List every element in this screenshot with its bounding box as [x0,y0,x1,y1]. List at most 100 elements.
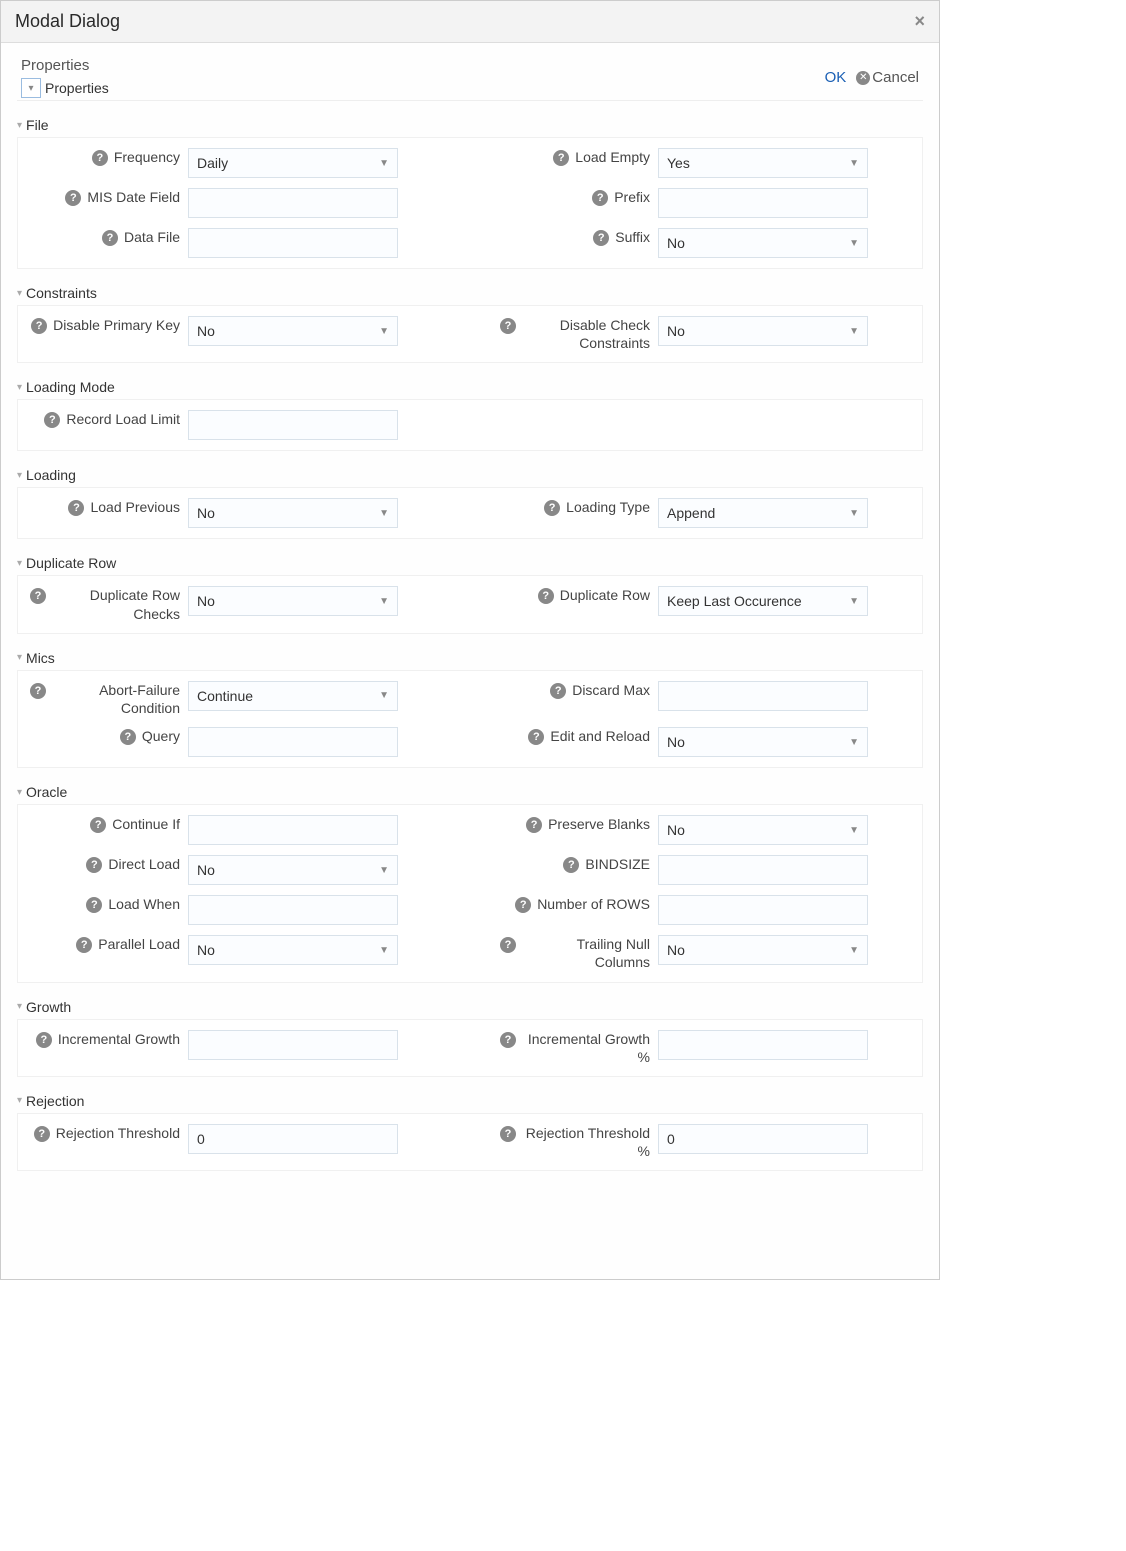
parallel-load-select[interactable]: No▼ [188,935,398,965]
section-loading-title: Loading [26,467,76,483]
section-loading-header[interactable]: ▾ Loading [17,463,923,487]
num-rows-label: Number of ROWS [537,895,650,913]
section-loading-mode: ▾ Loading Mode ?Record Load Limit [17,375,923,451]
help-icon[interactable]: ? [526,817,542,833]
chevron-down-icon: ▼ [849,825,859,836]
section-mics-header[interactable]: ▾ Mics [17,646,923,670]
help-icon[interactable]: ? [544,500,560,516]
chevron-down-icon: ▼ [379,508,389,519]
parallel-load-label: Parallel Load [98,935,180,953]
chevron-down-icon: ▾ [17,787,22,798]
incremental-growth-input[interactable] [188,1030,398,1060]
rejection-threshold-pct-input[interactable] [658,1124,868,1154]
preserve-blanks-select[interactable]: No▼ [658,815,868,845]
bindsize-label: BINDSIZE [585,855,650,873]
section-constraints-title: Constraints [26,285,97,301]
help-icon[interactable]: ? [500,1126,516,1142]
load-previous-select[interactable]: No▼ [188,498,398,528]
chevron-down-icon: ▼ [379,596,389,607]
help-icon[interactable]: ? [65,190,81,206]
dialog-title: Modal Dialog [15,11,120,32]
disable-cc-select[interactable]: No▼ [658,316,868,346]
preserve-blanks-label: Preserve Blanks [548,815,650,833]
section-oracle-header[interactable]: ▾ Oracle [17,780,923,804]
trailing-null-select[interactable]: No▼ [658,935,868,965]
data-file-input[interactable] [188,228,398,258]
collapse-button[interactable]: ▾ [21,78,41,98]
help-icon[interactable]: ? [550,683,566,699]
incremental-growth-pct-input[interactable] [658,1030,868,1060]
help-icon[interactable]: ? [500,1032,516,1048]
mis-date-field-input[interactable] [188,188,398,218]
section-constraints-header[interactable]: ▾ Constraints [17,281,923,305]
help-icon[interactable]: ? [538,588,554,604]
help-icon[interactable]: ? [553,150,569,166]
load-when-input[interactable] [188,895,398,925]
load-empty-select[interactable]: Yes▼ [658,148,868,178]
bindsize-input[interactable] [658,855,868,885]
help-icon[interactable]: ? [500,937,516,953]
abort-failure-select[interactable]: Continue▼ [188,681,398,711]
help-icon[interactable]: ? [563,857,579,873]
record-load-limit-input[interactable] [188,410,398,440]
help-icon[interactable]: ? [515,897,531,913]
ok-button[interactable]: OK [825,69,847,86]
disable-pk-select[interactable]: No▼ [188,316,398,346]
help-icon[interactable]: ? [102,230,118,246]
section-loading-mode-header[interactable]: ▾ Loading Mode [17,375,923,399]
help-icon[interactable]: ? [120,729,136,745]
help-icon[interactable]: ? [30,683,46,699]
discard-max-input[interactable] [658,681,868,711]
help-icon[interactable]: ? [500,318,516,334]
help-icon[interactable]: ? [90,817,106,833]
chevron-down-icon: ▼ [849,945,859,956]
help-icon[interactable]: ? [30,588,46,604]
section-growth-header[interactable]: ▾ Growth [17,995,923,1019]
direct-load-label: Direct Load [108,855,180,873]
close-icon[interactable]: × [914,11,925,32]
help-icon[interactable]: ? [86,897,102,913]
query-input[interactable] [188,727,398,757]
dup-row-select[interactable]: Keep Last Occurence▼ [658,586,868,616]
discard-max-label: Discard Max [572,681,650,699]
chevron-down-icon: ▼ [379,945,389,956]
help-icon[interactable]: ? [92,150,108,166]
help-icon[interactable]: ? [593,230,609,246]
suffix-select[interactable]: No▼ [658,228,868,258]
frequency-label: Frequency [114,148,180,166]
incremental-growth-pct-label: Incremental Growth % [522,1030,650,1066]
dup-checks-select[interactable]: No▼ [188,586,398,616]
edit-reload-select[interactable]: No▼ [658,727,868,757]
chevron-down-icon: ▾ [17,288,22,299]
help-icon[interactable]: ? [76,937,92,953]
chevron-down-icon: ▾ [17,470,22,481]
disable-cc-label: Disable Check Constraints [522,316,650,352]
num-rows-input[interactable] [658,895,868,925]
dup-row-label: Duplicate Row [560,586,650,604]
help-icon[interactable]: ? [44,412,60,428]
continue-if-input[interactable] [188,815,398,845]
rejection-threshold-input[interactable] [188,1124,398,1154]
help-icon[interactable]: ? [86,857,102,873]
section-duplicate-row-header[interactable]: ▾ Duplicate Row [17,551,923,575]
frequency-select[interactable]: Daily▼ [188,148,398,178]
modal-dialog: Modal Dialog × Properties ▾ Properties O… [0,0,940,1280]
section-rejection-header[interactable]: ▾ Rejection [17,1089,923,1113]
loading-type-select[interactable]: Append▼ [658,498,868,528]
prefix-input[interactable] [658,188,868,218]
help-icon[interactable]: ? [592,190,608,206]
direct-load-select[interactable]: No▼ [188,855,398,885]
help-icon[interactable]: ? [34,1126,50,1142]
cancel-button[interactable]: ✕ Cancel [856,69,919,86]
section-file-header[interactable]: ▾ File [17,113,923,137]
query-label: Query [142,727,180,745]
section-file-title: File [26,117,49,133]
chevron-down-icon: ▼ [849,158,859,169]
help-icon[interactable]: ? [36,1032,52,1048]
dialog-body-scroll[interactable]: Properties ▾ Properties OK ✕ Cancel [1,43,939,1279]
help-icon[interactable]: ? [68,500,84,516]
help-icon[interactable]: ? [31,318,47,334]
prefix-label: Prefix [614,188,650,206]
help-icon[interactable]: ? [528,729,544,745]
chevron-down-icon: ▼ [379,865,389,876]
